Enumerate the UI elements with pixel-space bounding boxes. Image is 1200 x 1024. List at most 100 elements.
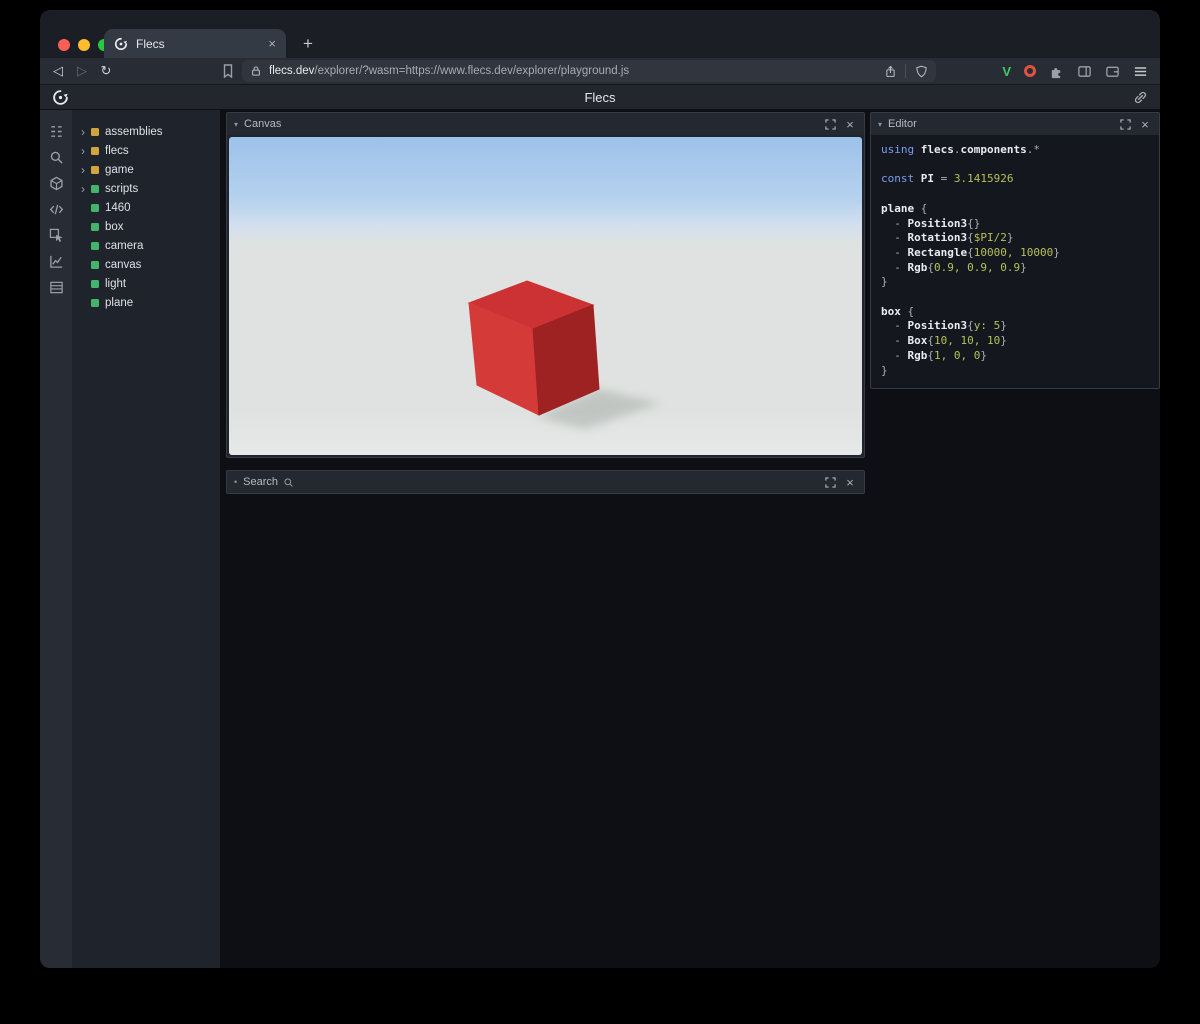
code-line: - Position3{y: 5} [881,319,1149,334]
tree-item-label: 1460 [105,202,131,214]
tree-item-flecs[interactable]: › flecs [72,141,220,160]
tree-item-label: scripts [105,183,138,195]
tree-item-assemblies[interactable]: › assemblies [72,122,220,141]
tree-item-label: flecs [105,145,129,157]
window-controls [58,39,110,51]
browser-window: Flecs × + ◁ ▷ ↻ flecs.dev/explorer/?wasm… [40,10,1160,968]
tree-item-label: assemblies [105,126,163,138]
divider [905,64,906,78]
list-icon[interactable] [40,274,72,300]
extension-red-icon[interactable] [1024,65,1036,77]
entity-color-swatch [91,166,99,174]
app-content: › assemblies › flecs › game › scripts 1460 box cam… [40,110,1160,968]
entity-color-swatch [91,280,99,288]
close-window-button[interactable] [58,39,70,51]
expand-icon[interactable] [823,117,837,131]
editor-panel-title: Editor [888,118,917,130]
bookmark-icon[interactable] [220,63,236,79]
tab-favicon-flecs-icon [114,37,128,51]
tree-item-label: light [105,278,126,290]
entity-color-swatch [91,204,99,212]
tree-item-scripts[interactable]: › scripts [72,179,220,198]
code-line [881,158,1149,173]
code-line: - Rgb{1, 0, 0} [881,349,1149,364]
expand-arrow-icon[interactable]: › [81,146,91,156]
close-icon[interactable]: × [843,475,857,490]
code-line: - Rgb{0.9, 0.9, 0.9} [881,261,1149,276]
tab-title: Flecs [136,37,268,51]
tree-item-label: camera [105,240,143,252]
entity-color-swatch [91,299,99,307]
red-cube-render [467,277,667,437]
share-icon[interactable] [883,64,897,78]
tree-item-box[interactable]: box [72,217,220,236]
3d-viewport[interactable] [229,137,862,455]
search-magnifier-icon [281,475,295,489]
entity-color-swatch [91,261,99,269]
expand-icon[interactable] [823,475,837,489]
search-panel-title: Search [243,476,278,488]
extension-icons: V [1002,58,1148,84]
tree-item-label: game [105,164,134,176]
package-icon[interactable] [40,170,72,196]
code-line: - Rectangle{10000, 10000} [881,246,1149,261]
chevron-down-icon[interactable]: ▾ [878,120,882,129]
tree-item-1460[interactable]: 1460 [72,198,220,217]
tree-item-label: canvas [105,259,141,271]
expand-arrow-icon[interactable]: › [81,165,91,175]
canvas-panel-header[interactable]: ▾ Canvas × [227,113,864,135]
code-line: using flecs.components.* [881,143,1149,158]
close-icon[interactable]: × [843,117,857,132]
code-line: } [881,364,1149,379]
code-editor[interactable]: using flecs.components.* const PI = 3.14… [871,135,1159,388]
entity-tree-panel: › assemblies › flecs › game › scripts 1460 box cam… [72,110,220,968]
expand-arrow-icon[interactable]: › [81,127,91,137]
new-tab-button[interactable]: + [296,32,320,56]
chevron-down-icon[interactable]: ▾ [234,120,238,129]
tree-item-game[interactable]: › game [72,160,220,179]
left-icon-strip [40,110,72,968]
search-panel-header[interactable]: • Search × [227,471,864,493]
sidebar-toggle-icon[interactable] [1077,64,1092,79]
lock-icon[interactable] [250,65,262,77]
code-line: } [881,275,1149,290]
bullet-icon: • [234,477,237,487]
shield-icon[interactable] [914,64,928,78]
editor-panel-header[interactable]: ▾ Editor × [871,113,1159,135]
browser-tab[interactable]: Flecs × [104,29,286,58]
code-line: box { [881,305,1149,320]
wallet-icon[interactable] [1105,64,1120,79]
code-line: - Box{10, 10, 10} [881,334,1149,349]
entity-tree: › assemblies › flecs › game › scripts 1460 box cam… [72,110,220,312]
chart-icon[interactable] [40,248,72,274]
code-icon[interactable] [40,196,72,222]
entity-color-swatch [91,147,99,155]
tree-icon[interactable] [40,118,72,144]
address-bar[interactable]: flecs.dev/explorer/?wasm=https://www.fle… [242,60,936,82]
close-icon[interactable]: × [1138,117,1152,132]
entity-color-swatch [91,223,99,231]
browser-toolbar: ◁ ▷ ↻ flecs.dev/explorer/?wasm=https://w… [40,58,1160,84]
search-icon[interactable] [40,144,72,170]
extensions-puzzle-icon[interactable] [1049,64,1064,79]
canvas-panel: ▾ Canvas × [226,112,865,458]
tree-item-plane[interactable]: plane [72,293,220,312]
entity-color-swatch [91,128,99,136]
forward-icon[interactable]: ▷ [72,58,92,84]
back-icon[interactable]: ◁ [48,58,68,84]
extension-v-icon[interactable]: V [1002,64,1011,79]
page-title: Flecs [40,90,1160,105]
reload-icon[interactable]: ↻ [96,58,116,84]
canvas-panel-title: Canvas [244,118,281,130]
expand-arrow-icon[interactable]: › [81,184,91,194]
menu-hamburger-icon[interactable] [1133,64,1148,79]
tab-close-icon[interactable]: × [268,36,276,51]
select-icon[interactable] [40,222,72,248]
share-link-icon[interactable] [1133,90,1148,105]
minimize-window-button[interactable] [78,39,90,51]
tree-item-camera[interactable]: camera [72,236,220,255]
expand-icon[interactable] [1118,117,1132,131]
tree-item-canvas[interactable]: canvas [72,255,220,274]
url-domain: flecs.dev [269,65,314,77]
tree-item-light[interactable]: light [72,274,220,293]
